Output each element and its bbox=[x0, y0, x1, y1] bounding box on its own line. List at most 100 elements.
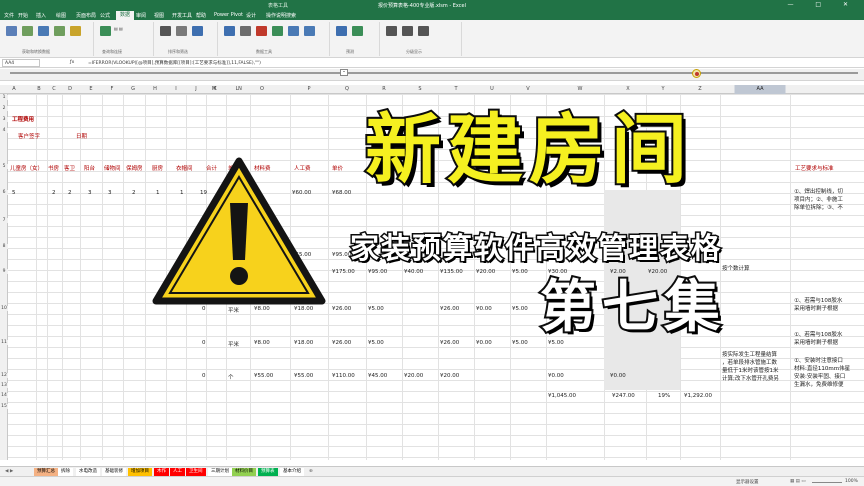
sheet-tab[interactable]: 预算表 bbox=[258, 468, 278, 476]
row-number[interactable]: 6 bbox=[0, 190, 8, 195]
cell[interactable]: ¥18.00 bbox=[294, 340, 313, 346]
header-cell[interactable]: 阳台 bbox=[84, 164, 95, 172]
cell[interactable]: ¥95.00 bbox=[332, 252, 351, 258]
cell[interactable]: ¥8.00 bbox=[254, 340, 270, 346]
cell[interactable]: ¥26.00 bbox=[332, 340, 351, 346]
tab-developer[interactable]: 开发工具 bbox=[172, 12, 192, 19]
desc-line[interactable]: 生漏水，免费维修便 bbox=[794, 382, 844, 390]
section-title-cell[interactable]: 工程费用 bbox=[12, 115, 34, 123]
column-header[interactable]: B bbox=[37, 86, 40, 92]
desc-line[interactable]: 量低于1米时该管按1米 bbox=[722, 368, 779, 376]
row-number[interactable]: 2 bbox=[0, 106, 8, 111]
cell[interactable]: ¥55.00 bbox=[294, 373, 313, 379]
header-cell[interactable]: 单价 bbox=[332, 164, 343, 172]
cell[interactable]: ¥20.00 bbox=[476, 269, 495, 275]
cell[interactable]: ¥55.00 bbox=[254, 373, 273, 379]
remove-duplicates-icon[interactable] bbox=[256, 26, 267, 36]
total-cell[interactable]: ¥247.00 bbox=[612, 393, 635, 399]
cell[interactable]: ¥20.00 bbox=[440, 373, 459, 379]
cell[interactable]: ¥26.00 bbox=[332, 306, 351, 312]
row-number[interactable]: 3 bbox=[0, 117, 8, 122]
window-controls[interactable]: — □ ✕ bbox=[787, 1, 858, 8]
customer-label-cell[interactable]: 客户签字 bbox=[18, 132, 40, 140]
cell[interactable]: ¥175.00 bbox=[332, 269, 355, 275]
desc-line[interactable]: 项目内；②、非施工 bbox=[794, 197, 843, 205]
subtotal-icon[interactable] bbox=[418, 26, 429, 36]
column-header[interactable]: I bbox=[175, 86, 176, 92]
desc-line[interactable]: 采用墙时剩子根据 bbox=[794, 340, 838, 348]
column-header[interactable]: D bbox=[68, 86, 72, 92]
from-table-icon[interactable] bbox=[54, 26, 65, 36]
tab-power-pivot[interactable]: Power Pivot bbox=[214, 12, 243, 18]
cell[interactable]: ¥5.00 bbox=[368, 340, 384, 346]
row-number[interactable]: 7 bbox=[0, 218, 8, 223]
sheet-tab[interactable]: 基本介绍 bbox=[280, 468, 304, 476]
row-number[interactable]: 13 bbox=[0, 383, 8, 388]
search-tell-me[interactable]: 操作说明搜索 bbox=[266, 12, 296, 19]
row-number[interactable]: 12 bbox=[0, 373, 8, 378]
cell[interactable]: 0 bbox=[202, 340, 206, 346]
cell[interactable]: ¥26.00 bbox=[440, 340, 459, 346]
cell[interactable]: ¥20.00 bbox=[404, 373, 423, 379]
cell[interactable]: 3 bbox=[108, 190, 112, 196]
consolidate-icon[interactable] bbox=[288, 26, 299, 36]
column-header[interactable]: P bbox=[307, 86, 310, 92]
desc-line[interactable]: ①、若需与108胶水 bbox=[794, 332, 842, 340]
tab-file[interactable]: 文件 bbox=[4, 12, 14, 19]
cell[interactable]: ¥5.00 bbox=[512, 306, 528, 312]
desc-line[interactable]: 按个数计算 bbox=[722, 266, 750, 274]
cell[interactable]: ¥5.00 bbox=[368, 306, 384, 312]
zoom-level[interactable]: 100% bbox=[845, 479, 858, 484]
cell[interactable]: ¥45.00 bbox=[368, 373, 387, 379]
filter-icon[interactable] bbox=[192, 26, 203, 36]
sheet-tab[interactable]: 基础装修 bbox=[102, 468, 126, 476]
cell[interactable]: 平米 bbox=[228, 340, 239, 348]
sheet-tab[interactable]: 材料价目 bbox=[232, 468, 256, 476]
desc-line[interactable]: 按实际发生工程量结算 bbox=[722, 352, 777, 360]
sheet-tab[interactable]: 人工 bbox=[170, 468, 185, 476]
header-cell[interactable]: 工艺要求与标准 bbox=[795, 164, 834, 172]
name-box[interactable]: AA4 bbox=[2, 59, 40, 67]
row-number[interactable]: 9 bbox=[0, 269, 8, 274]
tab-data[interactable]: 数据 bbox=[116, 11, 135, 20]
total-cell[interactable]: ¥1,292.00 bbox=[684, 393, 712, 399]
zoom-slider[interactable] bbox=[812, 482, 842, 483]
cell[interactable]: ¥135.00 bbox=[440, 269, 463, 275]
cell[interactable]: ¥5.00 bbox=[512, 269, 528, 275]
header-cell[interactable]: 保姆房 bbox=[126, 164, 143, 172]
cell[interactable]: ¥0.00 bbox=[476, 306, 492, 312]
tab-help[interactable]: 帮助 bbox=[196, 12, 206, 19]
sheet-tab[interactable]: 拆除 bbox=[58, 468, 73, 476]
queries-connections-link[interactable]: ▤ ▤ bbox=[114, 26, 123, 31]
desc-line[interactable]: 除单位拆除；③、不 bbox=[794, 205, 843, 213]
column-header[interactable]: N bbox=[238, 86, 242, 92]
cell[interactable]: ¥0.00 bbox=[610, 373, 626, 379]
desc-line[interactable]: 计算;改下水管开孔费另 bbox=[722, 376, 779, 384]
cell[interactable]: ¥68.00 bbox=[332, 190, 351, 196]
text-to-columns-icon[interactable] bbox=[224, 26, 235, 36]
row-number[interactable]: 10 bbox=[0, 306, 8, 311]
cell[interactable]: ¥40.00 bbox=[404, 269, 423, 275]
fx-icon[interactable]: ƒx bbox=[70, 60, 74, 65]
from-web-icon[interactable] bbox=[38, 26, 49, 36]
sort-icon[interactable] bbox=[160, 26, 171, 36]
tab-design[interactable]: 设计 bbox=[246, 12, 256, 19]
header-cell[interactable]: 儿童房（女） bbox=[10, 164, 43, 172]
cell[interactable]: ¥95.00 bbox=[368, 269, 387, 275]
header-cell[interactable]: 书房 bbox=[48, 164, 59, 172]
tab-home[interactable]: 开始 bbox=[18, 12, 28, 19]
tab-review[interactable]: 审阅 bbox=[136, 12, 146, 19]
row-number[interactable]: 8 bbox=[0, 244, 8, 249]
cell[interactable]: ¥26.00 bbox=[440, 306, 459, 312]
sheet-tab[interactable]: 卫生间 bbox=[186, 468, 206, 476]
total-cell[interactable]: 19% bbox=[658, 393, 670, 399]
desc-line[interactable]: 安装:安装牢固、接口 bbox=[794, 374, 845, 382]
column-header[interactable]: H bbox=[153, 86, 157, 92]
cell[interactable]: ¥5.00 bbox=[512, 340, 528, 346]
column-header[interactable]: J bbox=[195, 86, 196, 92]
cell[interactable]: 2 bbox=[68, 190, 72, 196]
get-data-icon[interactable] bbox=[6, 26, 17, 36]
desc-line[interactable]: 采用墙时剩子根据 bbox=[794, 306, 838, 314]
cell[interactable]: 3 bbox=[88, 190, 92, 196]
cell[interactable]: 2 bbox=[132, 190, 136, 196]
